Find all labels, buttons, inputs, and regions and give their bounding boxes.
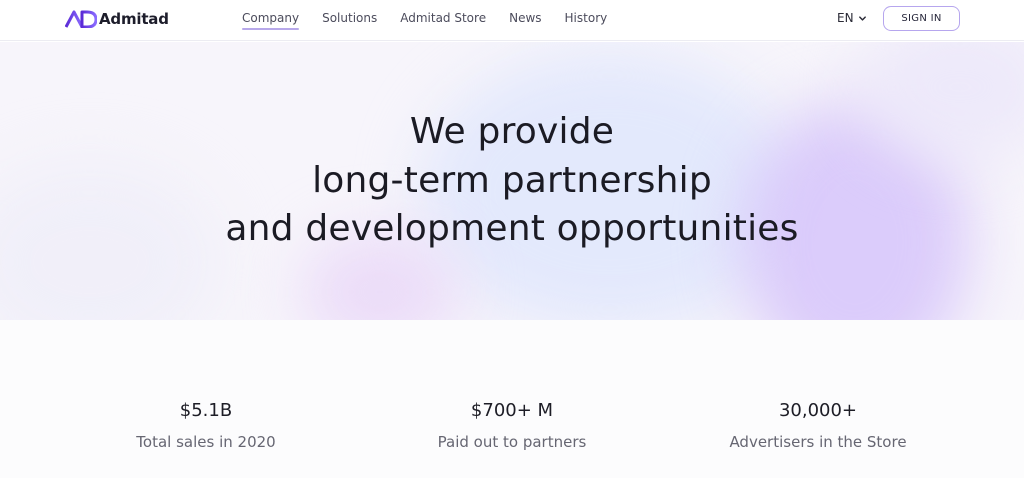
sign-in-button[interactable]: SIGN IN: [883, 6, 960, 31]
stat-value: $5.1B: [179, 400, 233, 421]
stat-label: Total sales in 2020: [136, 433, 276, 451]
stat-label: Paid out to partners: [437, 433, 587, 451]
stat-label: Advertisers in the Store: [729, 433, 907, 451]
hero-title-line: long-term partnership: [312, 159, 712, 201]
nav-item-solutions[interactable]: Solutions: [322, 0, 377, 41]
language-label: EN: [837, 11, 854, 25]
stats-section: $5.1B Total sales in 2020 $700+ M Paid o…: [0, 320, 1024, 478]
hero-title-line: We provide: [409, 111, 615, 152]
hero-title-line: and development opportunities: [225, 208, 799, 249]
logo-text: Admitad: [99, 10, 169, 28]
nav-item-history[interactable]: History: [565, 0, 608, 41]
stat-value: $700+ M: [470, 400, 554, 421]
stat-paid-out: $700+ M Paid out to partners: [362, 400, 662, 452]
nav-item-admitad-store[interactable]: Admitad Store: [400, 0, 486, 41]
stat-value: 30,000+: [778, 400, 858, 421]
hero-section: We provide long-term partnership and dev…: [0, 42, 1024, 320]
stat-advertisers: 30,000+ Advertisers in the Store: [668, 400, 968, 452]
top-header: Admitad Company Solutions Admitad Store …: [0, 0, 1024, 41]
chevron-down-icon: [858, 15, 866, 21]
stat-total-sales: $5.1B Total sales in 2020: [56, 400, 356, 452]
hero-title: We provide long-term partnership and dev…: [0, 108, 1024, 254]
logo-link[interactable]: Admitad: [65, 8, 169, 30]
main-nav: Company Solutions Admitad Store News His…: [242, 0, 630, 41]
admitad-logo-icon: [65, 10, 97, 28]
nav-item-news[interactable]: News: [509, 0, 541, 41]
nav-item-company[interactable]: Company: [242, 0, 300, 41]
language-selector[interactable]: EN: [837, 10, 867, 26]
